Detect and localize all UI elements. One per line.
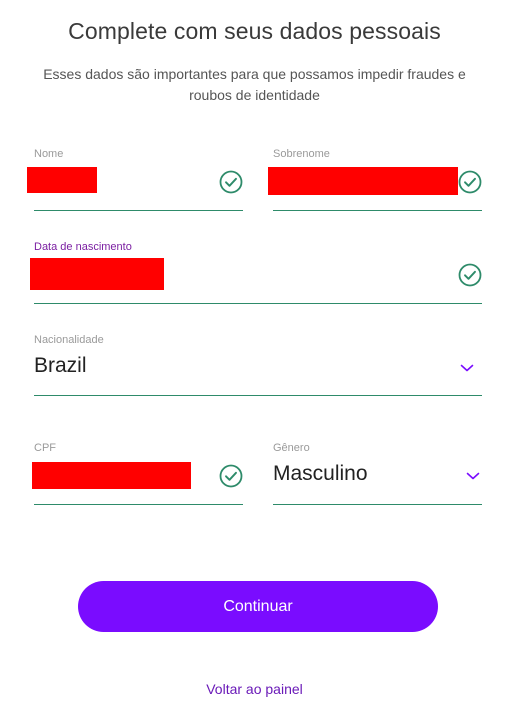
- data-nascimento-label: Data de nascimento: [34, 241, 132, 253]
- nacionalidade-label: Nacionalidade: [34, 334, 104, 346]
- nacionalidade-value: Brazil: [34, 354, 87, 377]
- check-circle-icon: [219, 170, 243, 194]
- data-nascimento-field[interactable]: Data de nascimento: [30, 241, 482, 304]
- genero-select[interactable]: Gênero Masculino: [273, 442, 482, 505]
- page-subtitle: Esses dados são importantes para que pos…: [43, 66, 466, 103]
- cpf-redaction: [32, 462, 191, 489]
- sobrenome-label: Sobrenome: [273, 148, 330, 160]
- nacionalidade-select[interactable]: Nacionalidade Brazil: [34, 334, 482, 396]
- chevron-down-icon: [460, 364, 474, 372]
- cpf-field[interactable]: CPF: [32, 442, 243, 505]
- check-circle-icon: [219, 464, 243, 488]
- sobrenome-field[interactable]: Sobrenome: [268, 148, 482, 211]
- data-nascimento-redaction: [30, 258, 164, 290]
- nome-redaction: [27, 167, 97, 193]
- back-to-dashboard-link[interactable]: Voltar ao painel: [0, 681, 509, 697]
- genero-value: Masculino: [273, 462, 368, 485]
- cpf-label: CPF: [34, 442, 56, 454]
- nome-label: Nome: [34, 148, 64, 160]
- chevron-down-icon: [466, 472, 480, 480]
- check-circle-icon: [458, 263, 482, 287]
- sobrenome-redaction: [268, 167, 458, 195]
- check-circle-icon: [458, 170, 482, 194]
- page-title: Complete com seus dados pessoais: [68, 18, 441, 44]
- continue-button[interactable]: Continuar: [78, 581, 438, 632]
- genero-label: Gênero: [273, 442, 310, 454]
- nome-field[interactable]: Nome: [27, 148, 243, 211]
